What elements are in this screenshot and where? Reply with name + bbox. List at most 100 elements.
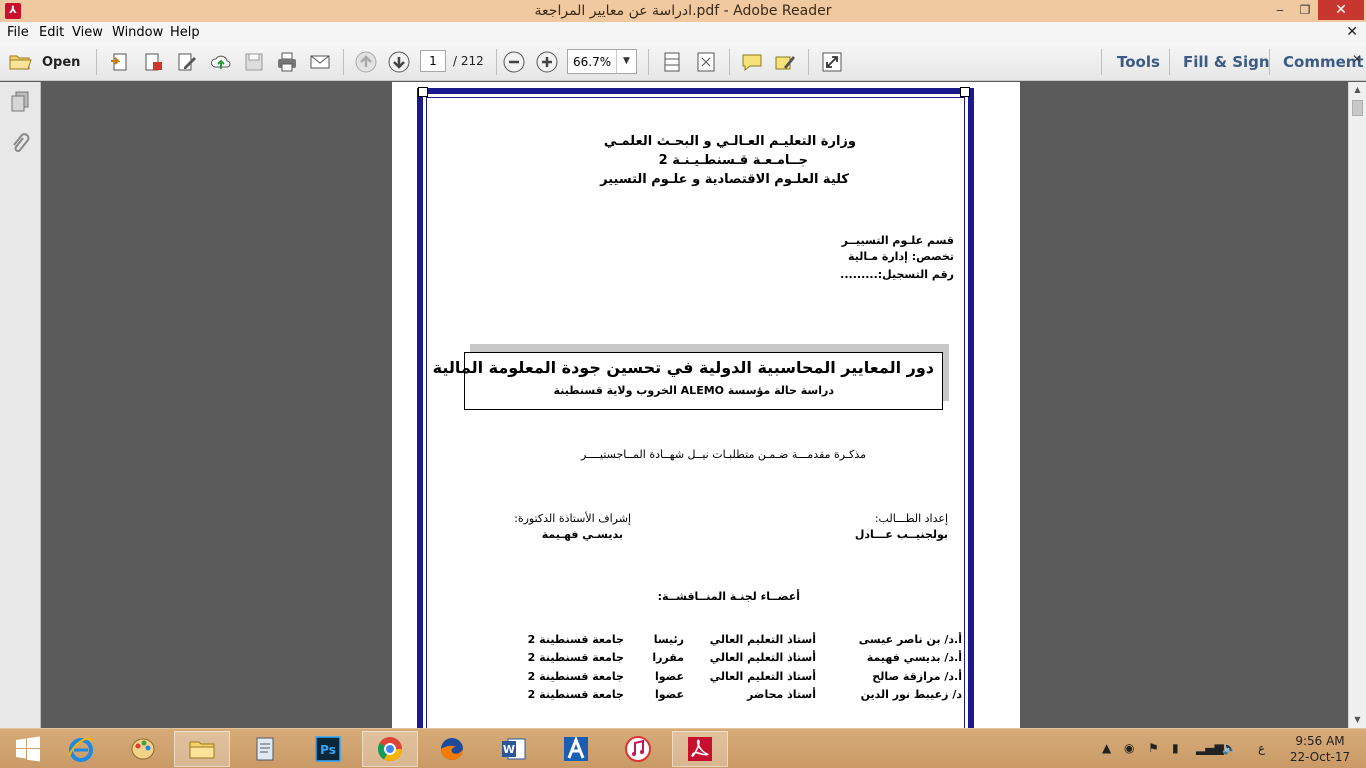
ministry-heading: وزارة التعليـم العـالـي و البحـث العلمـي	[603, 134, 856, 149]
menu-file[interactable]: File	[7, 25, 29, 40]
menu-edit[interactable]: Edit	[39, 25, 64, 40]
member-name: أ.د/ مرازقة صالح	[872, 670, 962, 683]
member-rank: أستاذ التعليم العالي	[709, 633, 816, 646]
arrow-up-icon	[355, 51, 377, 73]
member-university: جامعة قسنطينة 2	[527, 670, 624, 683]
export-pdf-button[interactable]	[143, 51, 165, 73]
supervisor-name: بديسـي فهـيمة	[541, 528, 623, 541]
language-indicator[interactable]: ع	[1258, 741, 1265, 755]
paint-palette-icon	[131, 738, 155, 760]
paint-taskbar[interactable]	[115, 731, 171, 767]
paperclip-icon	[13, 133, 30, 152]
registration-number: رقم التسجيل:.........	[840, 268, 954, 281]
start-button[interactable]	[0, 731, 56, 767]
itunes-taskbar[interactable]	[610, 731, 666, 767]
toolbar-separator	[1169, 49, 1170, 75]
edit-pdf-button[interactable]	[176, 51, 198, 73]
case-study: دراسة حالة مؤسسة ALEMO الخروب ولاية قسنط…	[553, 384, 834, 397]
highlight-button[interactable]	[774, 51, 796, 73]
printer-icon	[278, 52, 296, 72]
save-button[interactable]	[243, 51, 265, 73]
next-page-button[interactable]	[388, 51, 410, 73]
document-view[interactable]: وزارة التعليـم العـالـي و البحـث العلمـي…	[42, 82, 1348, 728]
fit-page-button[interactable]	[695, 51, 717, 73]
scroll-thumb[interactable]	[1352, 100, 1363, 116]
export-pdf-icon	[145, 53, 162, 71]
title-bar: ⅄ ادراسة عن معايير المراجعة.pdf - Adobe …	[0, 0, 1366, 22]
zoom-in-button[interactable]	[536, 51, 558, 73]
page-number-input[interactable]	[420, 50, 446, 72]
menu-view[interactable]: View	[72, 25, 103, 40]
tools-link[interactable]: Tools	[1117, 53, 1160, 71]
arrow-down-icon	[388, 51, 410, 73]
minimize-button[interactable]: ‒	[1268, 0, 1292, 20]
menu-help[interactable]: Help	[170, 25, 200, 40]
scroll-down-icon[interactable]: ▼	[1349, 712, 1366, 728]
battery-icon[interactable]: ▮	[1172, 741, 1179, 755]
previous-page-button[interactable]	[355, 51, 377, 73]
close-button[interactable]: ✕	[1318, 0, 1364, 20]
save-icon	[245, 53, 263, 71]
corner-ornament	[418, 87, 428, 97]
word-taskbar[interactable]: W	[486, 731, 542, 767]
toolbar-separator	[343, 49, 344, 75]
wifi-signal-icon[interactable]: ▂▄▆	[1196, 741, 1224, 755]
read-mode-button[interactable]	[821, 51, 843, 73]
member-name: د/ زعيبط نور الدين	[860, 688, 962, 701]
edit-pdf-icon	[178, 53, 196, 71]
fill-sign-link[interactable]: Fill & Sign	[1183, 53, 1270, 71]
chevron-up-icon[interactable]: ▲	[1102, 741, 1111, 755]
notepad-icon	[256, 737, 274, 761]
email-button[interactable]	[309, 51, 331, 73]
clock[interactable]: 9:56 AM 22-Oct-17	[1282, 733, 1358, 765]
app-a-taskbar[interactable]	[548, 731, 604, 767]
network-status-icon[interactable]: ◉	[1124, 741, 1134, 755]
windows-logo-icon	[16, 736, 40, 762]
menu-window[interactable]: Window	[112, 25, 163, 40]
maximize-button[interactable]: ❐	[1293, 0, 1317, 20]
volume-icon[interactable]: 🔈	[1222, 741, 1237, 755]
highlighter-icon	[775, 56, 795, 70]
faculty-heading: كلية العلـوم الاقتصادية و علـوم التسيير	[600, 172, 849, 187]
chevron-down-icon[interactable]: ▼	[616, 50, 636, 73]
zoom-select[interactable]: 66.7% ▼	[567, 49, 637, 74]
chrome-taskbar[interactable]	[362, 731, 418, 767]
specialty: تخصص: إدارة مـالية	[848, 250, 954, 263]
department: قسم علـوم التسييــر	[841, 234, 954, 247]
open-button[interactable]: Open	[8, 51, 80, 73]
itunes-icon	[625, 736, 651, 762]
member-role: عضوا	[654, 688, 684, 701]
scroll-up-icon[interactable]: ▲	[1349, 82, 1366, 98]
photoshop-taskbar[interactable]: Ps	[300, 731, 356, 767]
app-a-icon	[564, 735, 588, 761]
page-thumbnails-button[interactable]	[9, 90, 31, 114]
file-explorer-taskbar[interactable]	[174, 731, 230, 767]
close-document-icon[interactable]: ✕	[1346, 24, 1358, 40]
fit-width-button[interactable]	[661, 51, 683, 73]
attachments-button[interactable]	[9, 132, 31, 156]
adobe-reader-taskbar[interactable]	[672, 731, 728, 767]
corner-ornament	[960, 87, 970, 97]
notepad-taskbar[interactable]	[237, 731, 293, 767]
thesis-title: دور المعايير المحاسبية الدولية في تحسين …	[432, 358, 934, 377]
supervisor-label: إشراف الأستاذة الدكتورة:	[514, 512, 631, 525]
create-pdf-button[interactable]	[109, 51, 131, 73]
internet-explorer-icon	[68, 737, 94, 762]
firefox-taskbar[interactable]	[424, 731, 480, 767]
page-total: / 212	[453, 54, 484, 68]
internet-explorer-taskbar[interactable]	[53, 731, 109, 767]
vertical-scrollbar[interactable]: ▲ ▼	[1348, 82, 1366, 728]
toolbar-separator	[648, 49, 649, 75]
taskbar: Ps W ▲ ◉ ⚑ ▮ ▂▄▆ 🔈 ع 9:56 AM 22-Oct-17	[0, 728, 1366, 768]
toolbar-separator	[729, 49, 730, 75]
sticky-note-button[interactable]	[741, 51, 763, 73]
close-toolbar-icon[interactable]: ✕	[1352, 52, 1362, 66]
print-button[interactable]	[276, 51, 298, 73]
upload-button[interactable]	[210, 51, 232, 73]
chrome-icon	[377, 737, 402, 762]
member-university: جامعة قسنطينة 2	[527, 688, 624, 701]
zoom-out-button[interactable]	[503, 51, 525, 73]
envelope-icon	[310, 55, 330, 69]
action-center-icon[interactable]: ⚑	[1148, 741, 1159, 755]
svg-text:W: W	[503, 743, 515, 756]
